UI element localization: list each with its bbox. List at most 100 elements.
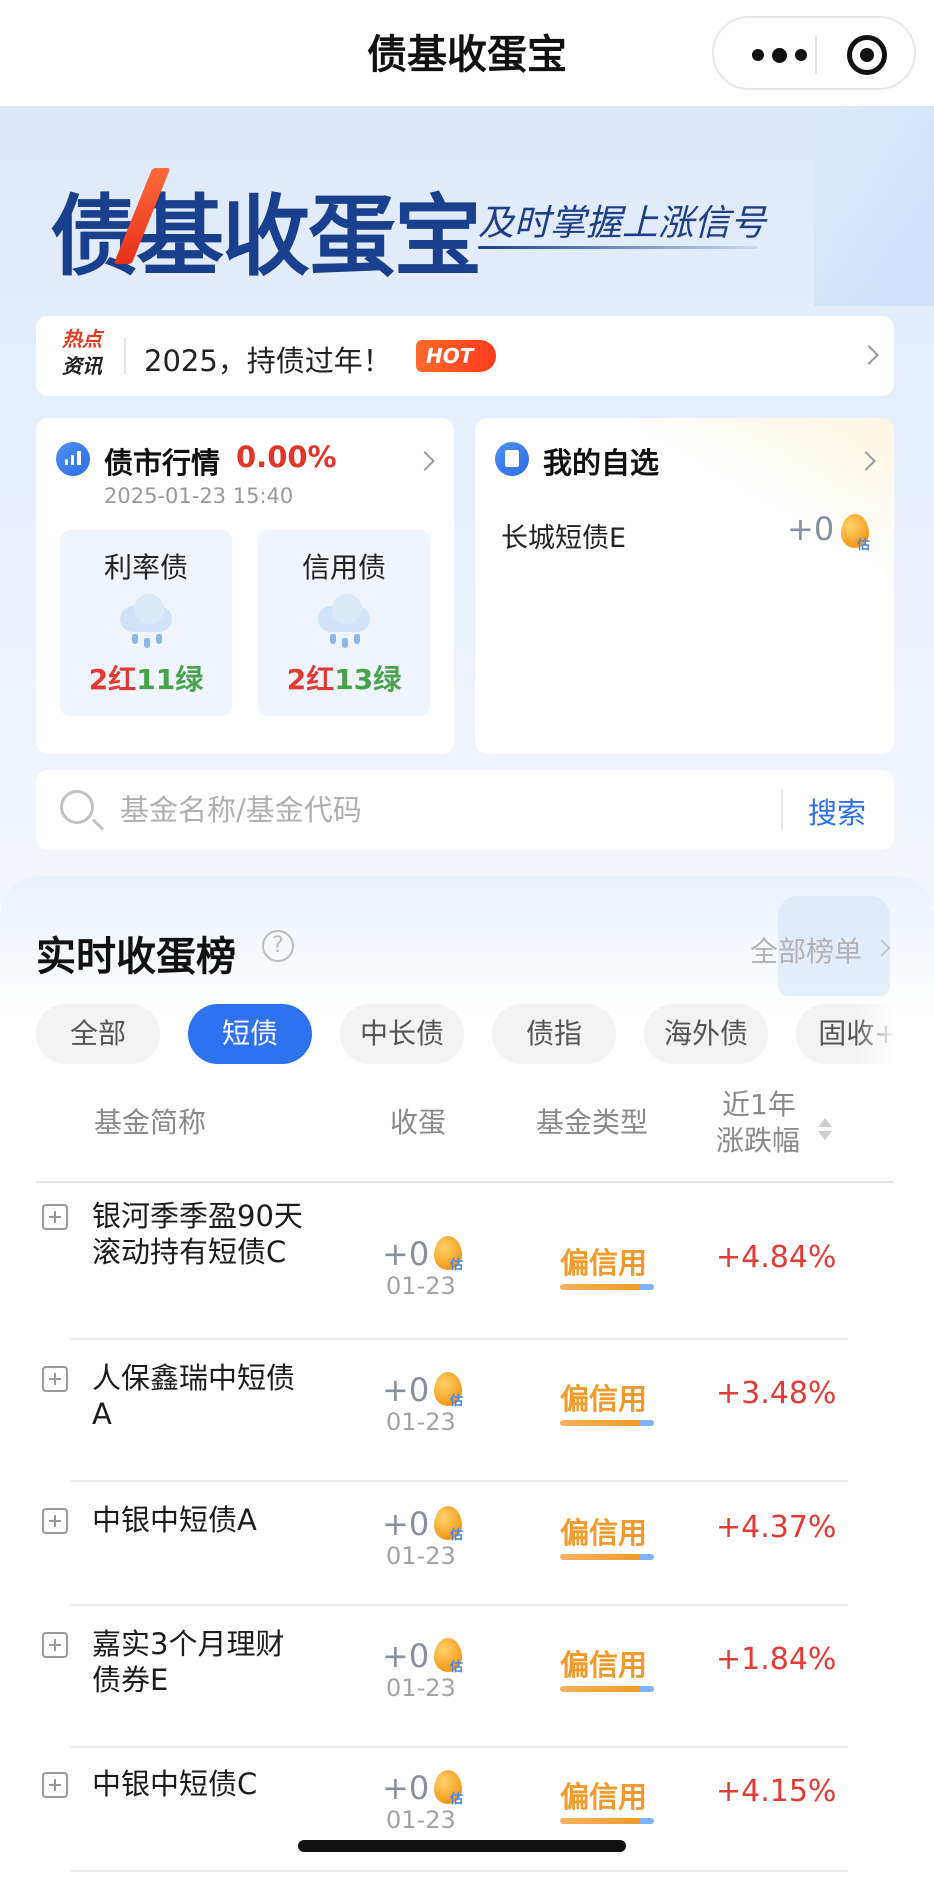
rate-bond-name: 利率债 bbox=[103, 551, 188, 584]
add-watchlist-icon[interactable] bbox=[42, 1204, 68, 1230]
chevron-right-icon[interactable] bbox=[415, 451, 435, 471]
earn-date: 01-23 bbox=[386, 1408, 456, 1436]
estimate-mark: 估 bbox=[450, 1528, 464, 1543]
earn-date: 01-23 bbox=[386, 1542, 456, 1570]
category-tabs: 全部 短债 中长债 债指 海外债 固收+ bbox=[36, 1004, 896, 1068]
change-1y: +3.48% bbox=[716, 1376, 837, 1411]
rate-bond-count: 2红11绿 bbox=[88, 663, 204, 696]
credit-bond-card[interactable]: 信用债 2红13绿 bbox=[258, 530, 430, 716]
fund-type-bar bbox=[560, 1686, 654, 1692]
table-header-divider bbox=[36, 1181, 894, 1183]
fund-name[interactable]: 中银中短债A bbox=[92, 1502, 312, 1538]
search-button[interactable]: 搜索 bbox=[808, 790, 866, 832]
news-tag-line2: 资讯 bbox=[62, 354, 102, 378]
hot-badge: HOT bbox=[416, 340, 496, 372]
watchlist-item-value: +0 bbox=[787, 510, 835, 548]
bond-market-card[interactable]: 债市行情 0.00% 2025-01-23 15:40 利率债 2红11绿 信用… bbox=[36, 418, 454, 754]
fund-type-bar bbox=[560, 1554, 654, 1560]
fund-name[interactable]: 人保鑫瑞中短债A bbox=[92, 1360, 312, 1432]
change-1y: +1.84% bbox=[716, 1642, 837, 1677]
row-divider bbox=[70, 1338, 848, 1340]
rate-bond-card[interactable]: 利率债 2红11绿 bbox=[60, 530, 232, 716]
tab-short-bond[interactable]: 短债 bbox=[188, 1004, 312, 1064]
search-bar: 搜索 bbox=[36, 770, 894, 850]
bond-market-title: 债市行情 bbox=[104, 446, 221, 480]
column-fund-name: 基金简称 bbox=[94, 1106, 207, 1139]
fund-type: 偏信用 bbox=[560, 1780, 648, 1814]
column-1y-change-line2[interactable]: 涨跌幅 bbox=[716, 1124, 800, 1158]
earn-value: +0 bbox=[382, 1235, 430, 1273]
watchlist-title: 我的自选 bbox=[543, 446, 660, 480]
earn-date: 01-23 bbox=[386, 1674, 456, 1702]
rain-cloud-icon bbox=[314, 594, 374, 648]
fund-type: 偏信用 bbox=[560, 1516, 648, 1550]
tab-overseas-bond[interactable]: 海外债 bbox=[644, 1004, 768, 1064]
fund-type-bar bbox=[560, 1284, 654, 1290]
capsule-divider bbox=[815, 36, 817, 74]
tab-bond-index[interactable]: 债指 bbox=[492, 1004, 616, 1064]
credit-bond-count: 2红13绿 bbox=[286, 663, 402, 696]
fund-type-bar bbox=[560, 1420, 654, 1426]
tab-mid-long-bond[interactable]: 中长债 bbox=[340, 1004, 464, 1064]
help-icon[interactable]: ? bbox=[262, 930, 294, 962]
bookmark-icon bbox=[495, 442, 529, 476]
estimate-mark: 估 bbox=[450, 1394, 464, 1409]
estimate-mark: 估 bbox=[450, 1660, 464, 1675]
earn-value: +0 bbox=[382, 1505, 430, 1543]
tabs-fade bbox=[856, 1004, 896, 1068]
change-1y: +4.37% bbox=[716, 1510, 837, 1545]
close-program-icon[interactable] bbox=[847, 35, 887, 75]
column-1y-change-line1[interactable]: 近1年 bbox=[722, 1088, 796, 1122]
bond-market-time: 2025-01-23 15:40 bbox=[104, 484, 294, 508]
change-1y: +4.15% bbox=[716, 1774, 837, 1809]
add-watchlist-icon[interactable] bbox=[42, 1508, 68, 1534]
search-divider bbox=[781, 790, 783, 830]
change-1y: +4.84% bbox=[716, 1240, 837, 1275]
sort-icon[interactable] bbox=[818, 1118, 832, 1142]
row-divider bbox=[70, 1604, 848, 1606]
news-headline[interactable]: 2025，持债过年！ bbox=[144, 338, 392, 380]
row-divider bbox=[70, 1480, 848, 1482]
earn-date: 01-23 bbox=[386, 1272, 456, 1300]
news-tag-line1: 热点 bbox=[62, 327, 102, 351]
search-input[interactable] bbox=[120, 788, 760, 832]
search-icon bbox=[60, 790, 94, 824]
brand-logo: 债基收蛋宝 bbox=[50, 185, 482, 288]
home-indicator bbox=[298, 1840, 626, 1852]
chevron-right-icon[interactable] bbox=[859, 345, 879, 365]
column-earn: 收蛋 bbox=[390, 1106, 447, 1139]
slogan-underline bbox=[478, 246, 758, 249]
estimate-mark: 估 bbox=[450, 1792, 464, 1807]
news-tag: 热点 资讯 bbox=[62, 326, 112, 380]
add-watchlist-icon[interactable] bbox=[42, 1772, 68, 1798]
fund-type-bar bbox=[560, 1818, 654, 1824]
row-divider bbox=[70, 1746, 848, 1748]
watchlist-card[interactable]: 我的自选 长城短债E +0 估 bbox=[475, 418, 894, 754]
nav-bar: 债基收蛋宝 bbox=[0, 0, 934, 106]
earn-value: +0 bbox=[382, 1769, 430, 1807]
fund-name[interactable]: 中银中短债C bbox=[92, 1766, 312, 1802]
bond-market-change: 0.00% bbox=[236, 440, 337, 474]
ranking-panel: 实时收蛋榜 ? 全部榜单 全部 短债 中长债 债指 海外债 固收+ 基金简称 收… bbox=[0, 876, 934, 1898]
chart-icon bbox=[56, 442, 90, 476]
earn-date: 01-23 bbox=[386, 1806, 456, 1834]
add-watchlist-icon[interactable] bbox=[42, 1632, 68, 1658]
column-fund-type: 基金类型 bbox=[536, 1106, 649, 1139]
row-divider bbox=[70, 1870, 848, 1872]
brand-slogan: 及时掌握上涨信号 bbox=[478, 203, 767, 244]
watchlist-item-name[interactable]: 长城短债E bbox=[501, 516, 626, 555]
rain-cloud-icon bbox=[116, 594, 176, 648]
fund-name[interactable]: 银河季季盈90天滚动持有短债C bbox=[92, 1198, 312, 1270]
earn-value: +0 bbox=[382, 1371, 430, 1409]
news-divider bbox=[124, 338, 126, 374]
fund-type: 偏信用 bbox=[560, 1246, 648, 1280]
fund-name[interactable]: 嘉实3个月理财债券E bbox=[92, 1626, 312, 1698]
news-bar[interactable]: 热点 资讯 2025，持债过年！ HOT bbox=[36, 316, 894, 396]
more-icon[interactable] bbox=[744, 38, 814, 72]
all-rankings-link[interactable]: 全部榜单 bbox=[750, 930, 862, 970]
estimate-mark: 估 bbox=[450, 1258, 464, 1273]
chevron-right-icon[interactable] bbox=[856, 451, 876, 471]
add-watchlist-icon[interactable] bbox=[42, 1366, 68, 1392]
estimate-mark: 估 bbox=[857, 538, 871, 553]
tab-all[interactable]: 全部 bbox=[36, 1004, 160, 1064]
